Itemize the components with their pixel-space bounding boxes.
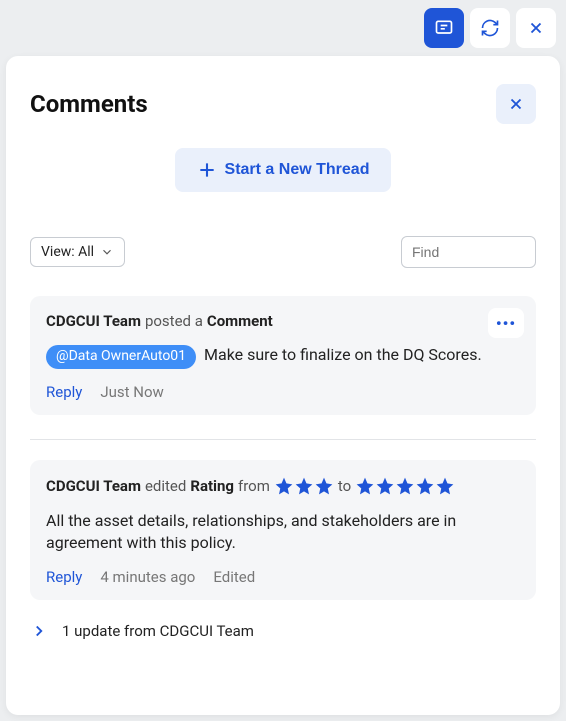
refresh-button[interactable]: [470, 8, 510, 48]
comment-action: edited: [145, 477, 186, 495]
rating-to-label: to: [338, 477, 351, 495]
comment-meta: CDGCUI Team posted a Comment: [46, 312, 520, 330]
ellipsis-icon: •••: [496, 314, 516, 333]
rating-to-stars: [355, 476, 455, 496]
comment-text: Make sure to finalize on the DQ Scores.: [204, 345, 482, 364]
comment-object: Comment: [207, 312, 273, 330]
close-icon: [527, 19, 545, 37]
filter-row: View: All: [30, 236, 536, 268]
panel-close-button[interactable]: [496, 84, 536, 124]
plus-icon: [197, 160, 217, 180]
find-input[interactable]: [401, 236, 536, 268]
new-thread-label: Start a New Thread: [225, 161, 370, 179]
comment-timestamp: Just Now: [100, 383, 163, 401]
comment-timestamp: 4 minutes ago: [100, 568, 195, 586]
mention-chip[interactable]: @Data OwnerAuto01: [46, 345, 196, 369]
close-icon: [507, 95, 525, 113]
star-icon: [435, 476, 455, 496]
comment-footer: Reply Just Now: [46, 383, 520, 401]
comment-author: CDGCUI Team: [46, 477, 141, 495]
star-icon: [415, 476, 435, 496]
comment-footer: Reply 4 minutes ago Edited: [46, 568, 520, 586]
refresh-icon: [480, 18, 500, 38]
chevron-right-icon: [30, 622, 48, 640]
panel-header: Comments: [30, 84, 536, 124]
panel-title: Comments: [30, 90, 148, 118]
updates-text: 1 update from CDGCUI Team: [62, 622, 254, 640]
chevron-down-icon: [100, 245, 114, 259]
star-icon: [395, 476, 415, 496]
comments-panel: Comments Start a New Thread View: All CD…: [6, 56, 560, 715]
comment-body: All the asset details, relationships, an…: [46, 510, 520, 555]
reply-link[interactable]: Reply: [46, 568, 82, 586]
rating-from-stars: [274, 476, 334, 496]
comment-object: Rating: [190, 477, 234, 495]
comment-more-button[interactable]: •••: [488, 308, 524, 338]
view-filter-label: View: All: [41, 244, 94, 260]
rating-from-label: from: [238, 477, 270, 495]
reply-link[interactable]: Reply: [46, 383, 82, 401]
star-icon: [355, 476, 375, 496]
star-icon: [314, 476, 334, 496]
view-filter-button[interactable]: View: All: [30, 237, 125, 267]
comment-author: CDGCUI Team: [46, 312, 141, 330]
comment-action: posted a: [145, 312, 203, 330]
comment-meta: CDGCUI Team edited Rating from to: [46, 476, 520, 496]
comment-icon: [434, 18, 454, 38]
start-new-thread-button[interactable]: Start a New Thread: [175, 148, 392, 192]
star-icon: [294, 476, 314, 496]
top-toolbar: [424, 8, 556, 48]
star-icon: [375, 476, 395, 496]
comments-toggle-button[interactable]: [424, 8, 464, 48]
comment-card: CDGCUI Team posted a Comment ••• @Data O…: [30, 296, 536, 415]
updates-expander[interactable]: 1 update from CDGCUI Team: [30, 620, 536, 642]
divider: [30, 439, 536, 440]
edited-indicator: Edited: [213, 568, 255, 586]
star-icon: [274, 476, 294, 496]
new-thread-row: Start a New Thread: [30, 148, 536, 192]
comment-body: @Data OwnerAuto01 Make sure to finalize …: [46, 344, 520, 369]
comment-card: CDGCUI Team edited Rating from to All th…: [30, 460, 536, 601]
toolbar-close-button[interactable]: [516, 8, 556, 48]
